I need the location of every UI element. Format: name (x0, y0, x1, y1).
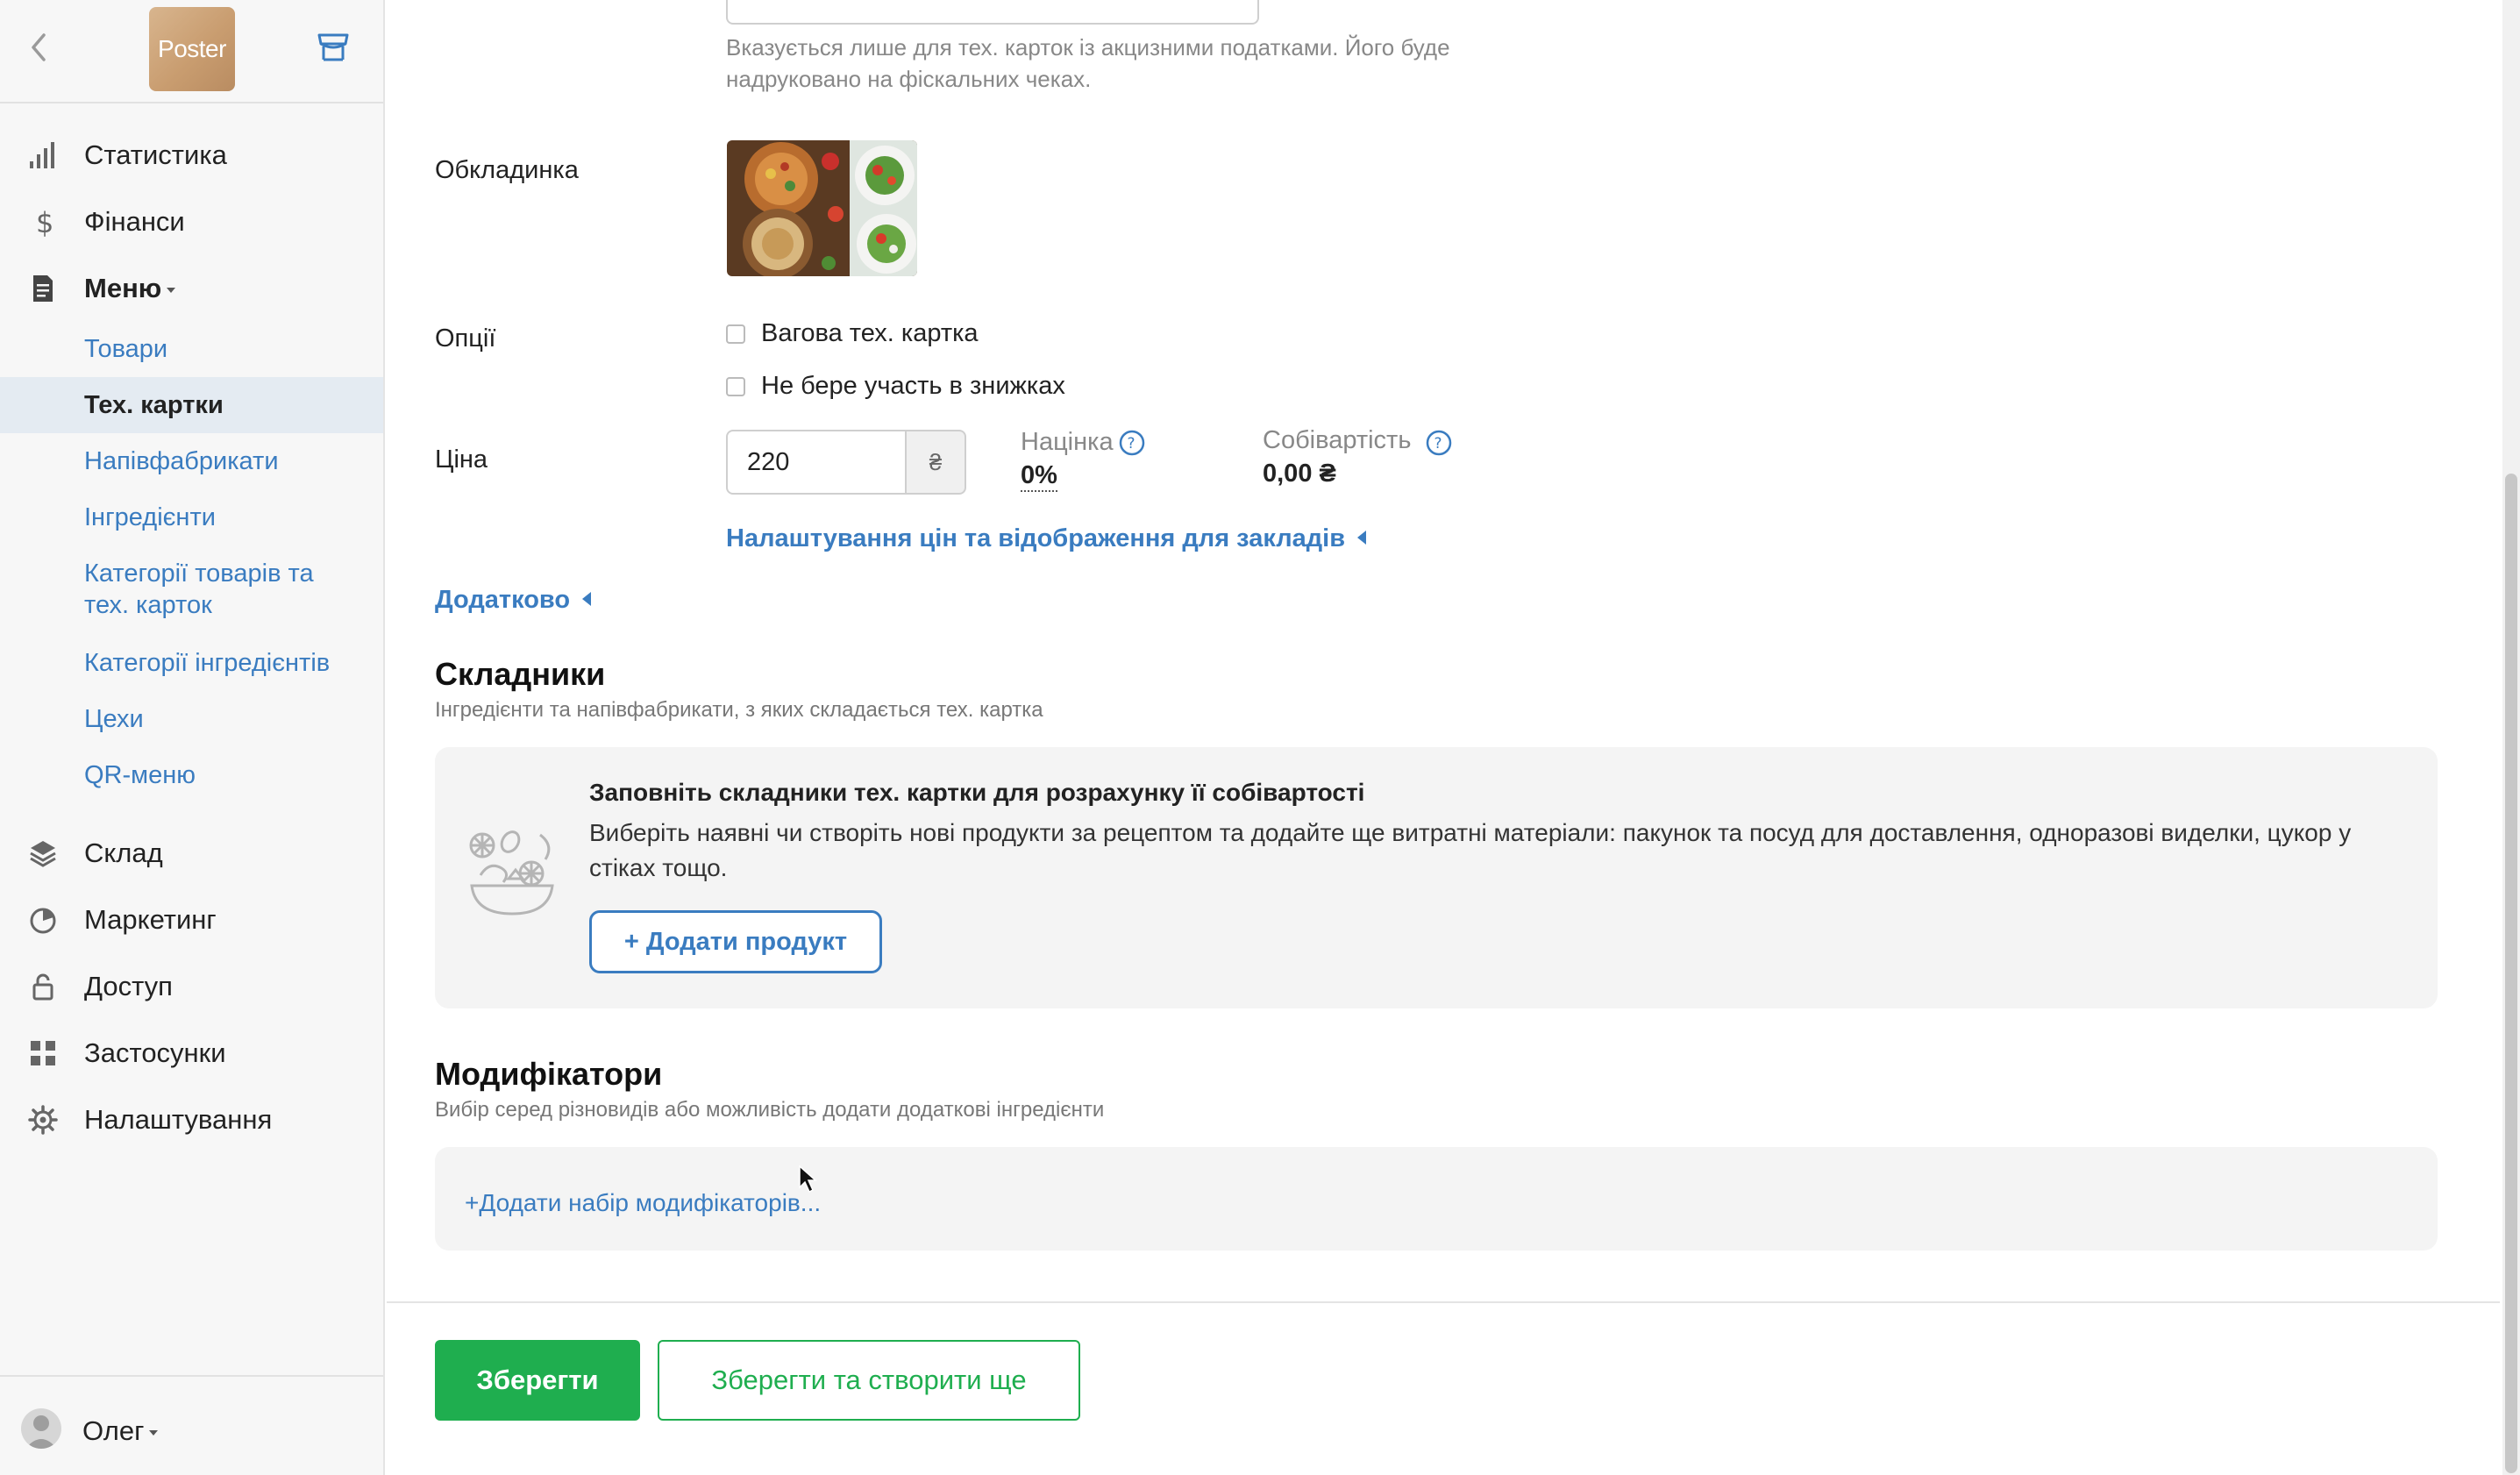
user-menu[interactable]: Олег (0, 1375, 383, 1475)
price-input[interactable] (726, 430, 907, 495)
additional-link[interactable]: Додатково (435, 586, 592, 615)
option-no-discount[interactable]: Не бере участь в знижках (726, 372, 1065, 401)
gear-icon (28, 1105, 58, 1135)
markup-label: Націнка (1021, 428, 1114, 456)
nav-item-finance[interactable]: $ Фінанси (0, 195, 383, 249)
price-settings-link[interactable]: Налаштування цін та відображення для зак… (726, 524, 1367, 553)
nav-item-access[interactable]: Доступ (0, 959, 383, 1014)
salad-bowl-icon (469, 830, 554, 916)
cost-label: Собівартість (1263, 426, 1412, 454)
user-name: Олег (82, 1415, 145, 1446)
ingredients-subtitle: Інгредієнти та напівфабрикати, з яких ск… (435, 698, 1043, 722)
nav-item-warehouse[interactable]: Склад (0, 826, 383, 880)
option-label: Не бере участь в знижках (761, 372, 1065, 400)
sidebar: Poster Статистика $ Фінанси Меню Товари … (0, 0, 385, 1475)
nav-label: Меню (84, 273, 162, 303)
cover-label: Обкладинка (435, 156, 579, 184)
checkbox[interactable] (726, 324, 745, 344)
cover-image[interactable] (727, 140, 917, 276)
user-name-wrap: Олег (82, 1415, 159, 1447)
nav-label: Доступ (84, 971, 173, 1001)
sidebar-item-workshops[interactable]: Цехи (0, 702, 383, 737)
layers-icon (30, 841, 56, 867)
sidebar-item-qr-menu[interactable]: QR-меню (0, 758, 383, 793)
sub-label: Інгредієнти (84, 503, 216, 531)
sidebar-item-tech-cards[interactable]: Тех. картки (0, 377, 383, 433)
nav-label: Склад (84, 837, 163, 868)
sub-label: Напівфабрикати (84, 447, 279, 475)
nav-item-settings[interactable]: Налаштування (0, 1093, 383, 1147)
nav-label: Маркетинг (84, 904, 217, 935)
modifiers-subtitle: Вибір серед різновидів або можливість до… (435, 1098, 1105, 1122)
cost-value: 0,00 ₴ (1263, 460, 1336, 488)
grid-icon (31, 1041, 55, 1065)
sidebar-item-ingredient-categories[interactable]: Категорії інгредієнтів (0, 645, 383, 680)
price-label: Ціна (435, 445, 488, 474)
dollar-icon: $ (36, 207, 53, 237)
user-icon (25, 1415, 57, 1449)
markup-value[interactable]: 0% (1021, 461, 1057, 492)
chevron-down-icon (167, 287, 176, 293)
options-label: Опції (435, 324, 496, 353)
currency-addon: ₴ (905, 430, 966, 495)
nav-label: Фінанси (84, 206, 185, 237)
ingredients-box-desc: Виберіть наявні чи створіть нові продукт… (589, 819, 2352, 881)
store-icon[interactable] (316, 32, 351, 63)
checkbox[interactable] (726, 376, 745, 396)
caret-left-icon (1357, 531, 1367, 545)
main-content (387, 0, 2500, 1475)
chevron-left-icon[interactable] (25, 30, 54, 65)
sub-label: Товари (84, 335, 168, 363)
svg-text:?: ? (1128, 435, 1135, 452)
sidebar-item-ingredients[interactable]: Інгредієнти (0, 500, 383, 535)
price-settings-label: Налаштування цін та відображення для зак… (726, 524, 1346, 552)
ingredients-box-title: Заповніть складники тех. картки для розр… (589, 779, 1365, 806)
nav-item-apps[interactable]: Застосунки (0, 1026, 383, 1080)
bar-chart-icon (30, 142, 54, 168)
document-icon (33, 275, 53, 302)
excise-hint: Вказується лише для тех. карток із акциз… (726, 34, 1450, 92)
poster-logo[interactable]: Poster (149, 7, 235, 91)
option-label: Вагова тех. картка (761, 319, 979, 347)
sub-label: Категорії інгредієнтів (84, 649, 331, 677)
sidebar-item-semi-finished[interactable]: Напівфабрикати (0, 444, 383, 479)
nav-label: Застосунки (84, 1037, 226, 1068)
option-weighted[interactable]: Вагова тех. картка (726, 319, 979, 348)
sidebar-header: Poster (0, 0, 383, 103)
nav-item-menu[interactable]: Меню (0, 261, 383, 316)
sub-label: QR-меню (84, 761, 196, 789)
nav-label: Статистика (84, 139, 227, 170)
nav-label-wrap: Меню (84, 273, 176, 304)
nav-item-statistics[interactable]: Статистика (0, 128, 383, 182)
nav-item-marketing[interactable]: Маркетинг (0, 893, 383, 947)
footer-divider (387, 1301, 2500, 1303)
pie-icon (30, 908, 56, 934)
sidebar-item-product-categories[interactable]: Категорії товарів та тех. карток (0, 556, 383, 623)
svg-text:$: $ (36, 207, 53, 237)
add-product-button[interactable]: + Додати продукт (589, 910, 882, 973)
add-modifier-set-link[interactable]: +Додати набір модифікаторів... (465, 1189, 821, 1217)
excise-input[interactable] (726, 0, 1259, 25)
sidebar-item-products[interactable]: Товари (0, 331, 383, 367)
save-button[interactable]: Зберегти (435, 1340, 640, 1421)
sub-label: Тех. картки (84, 391, 224, 419)
help-icon[interactable]: ? (1426, 430, 1452, 456)
chevron-down-icon (149, 1429, 159, 1436)
avatar (21, 1408, 61, 1449)
lock-icon (32, 973, 53, 1001)
nav-label: Налаштування (84, 1104, 273, 1135)
sub-label: Категорії товарів та тех. карток (84, 559, 314, 619)
sub-label: Цехи (84, 705, 144, 733)
svg-text:?: ? (1434, 435, 1442, 452)
additional-label: Додатково (435, 586, 571, 614)
mouse-cursor-icon (799, 1165, 817, 1194)
save-and-create-button[interactable]: Зберегти та створити ще (658, 1340, 1080, 1421)
modifiers-title: Модифікатори (435, 1056, 663, 1092)
food-photo-icon (727, 140, 917, 276)
scrollbar-thumb[interactable] (2505, 474, 2517, 1473)
ingredients-title: Складники (435, 656, 606, 692)
help-icon[interactable]: ? (1119, 430, 1145, 456)
caret-left-icon (582, 592, 592, 606)
